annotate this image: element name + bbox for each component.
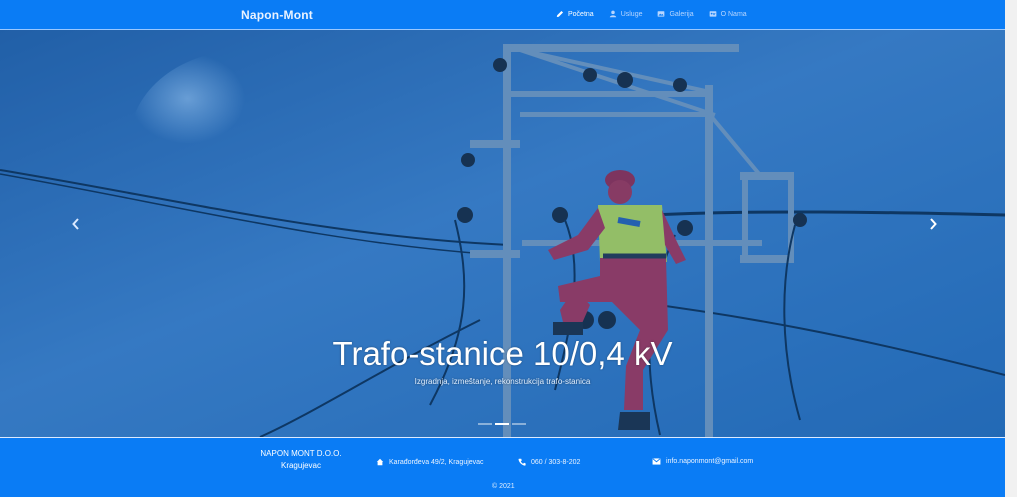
carousel-prev-button[interactable] [66, 214, 86, 234]
pencil-icon [556, 10, 564, 18]
footer-address: Karađorđeva 49/2, Kragujevac [376, 458, 484, 466]
nav-item-galerija[interactable]: Galerija [657, 10, 694, 18]
user-icon [609, 10, 616, 18]
carousel-indicator-3[interactable] [512, 423, 526, 425]
hero-carousel: Trafo-stanice 10/0,4 kV Izgradnja, izmeš… [0, 30, 1005, 437]
top-navbar: Napon-Mont Početna Usluge Galerija O Nam… [0, 0, 1005, 30]
page-scrollbar[interactable] [1005, 0, 1017, 497]
phone-text[interactable]: 060 / 303-8-202 [531, 459, 580, 466]
slide-title: Trafo-stanice 10/0,4 kV [332, 335, 673, 372]
home-icon [376, 458, 384, 466]
company-name: NAPON MONT D.O.O. [260, 449, 342, 458]
nav-item-o-nama[interactable]: O Nama [709, 10, 747, 18]
carousel-indicators [478, 423, 526, 425]
footer-phone: 060 / 303-8-202 [518, 458, 580, 466]
brand-logo-text[interactable]: Napon-Mont [241, 8, 313, 22]
nav-label: O Nama [720, 10, 747, 18]
site-footer: NAPON MONT D.O.O. Kragujevac Karađorđeva… [0, 437, 1005, 497]
address-text: Karađorđeva 49/2, Kragujevac [389, 458, 484, 466]
nav-item-usluge[interactable]: Usluge [609, 10, 643, 18]
chevron-right-icon [930, 218, 937, 230]
hero-blue-overlay [0, 30, 1005, 437]
nav-label: Usluge [620, 10, 643, 18]
email-text[interactable]: info.naponmont@gmail.com [666, 458, 753, 465]
nav-label: Galerija [669, 10, 694, 18]
carousel-next-button[interactable] [923, 214, 943, 234]
chevron-left-icon [72, 218, 79, 230]
carousel-indicator-2[interactable] [495, 423, 509, 425]
company-city: Kragujevac [280, 461, 322, 470]
id-card-icon [709, 11, 716, 17]
copyright: © 2021 [492, 483, 515, 490]
slide-subtitle: Izgradnja, izmeštanje, rekonstrukcija tr… [414, 377, 591, 386]
page: Napon-Mont Početna Usluge Galerija O Nam… [0, 0, 1017, 497]
main-nav: Početna Usluge Galerija O Nama [556, 10, 747, 18]
nav-label: Početna [568, 10, 594, 18]
footer-company: NAPON MONT D.O.O. Kragujevac [245, 448, 357, 472]
nav-item-pocetna[interactable]: Početna [556, 10, 594, 18]
footer-email: info.naponmont@gmail.com [652, 458, 753, 465]
envelope-icon [652, 458, 661, 465]
carousel-indicator-1[interactable] [478, 423, 492, 425]
phone-icon [518, 458, 526, 466]
gallery-icon [658, 11, 665, 17]
